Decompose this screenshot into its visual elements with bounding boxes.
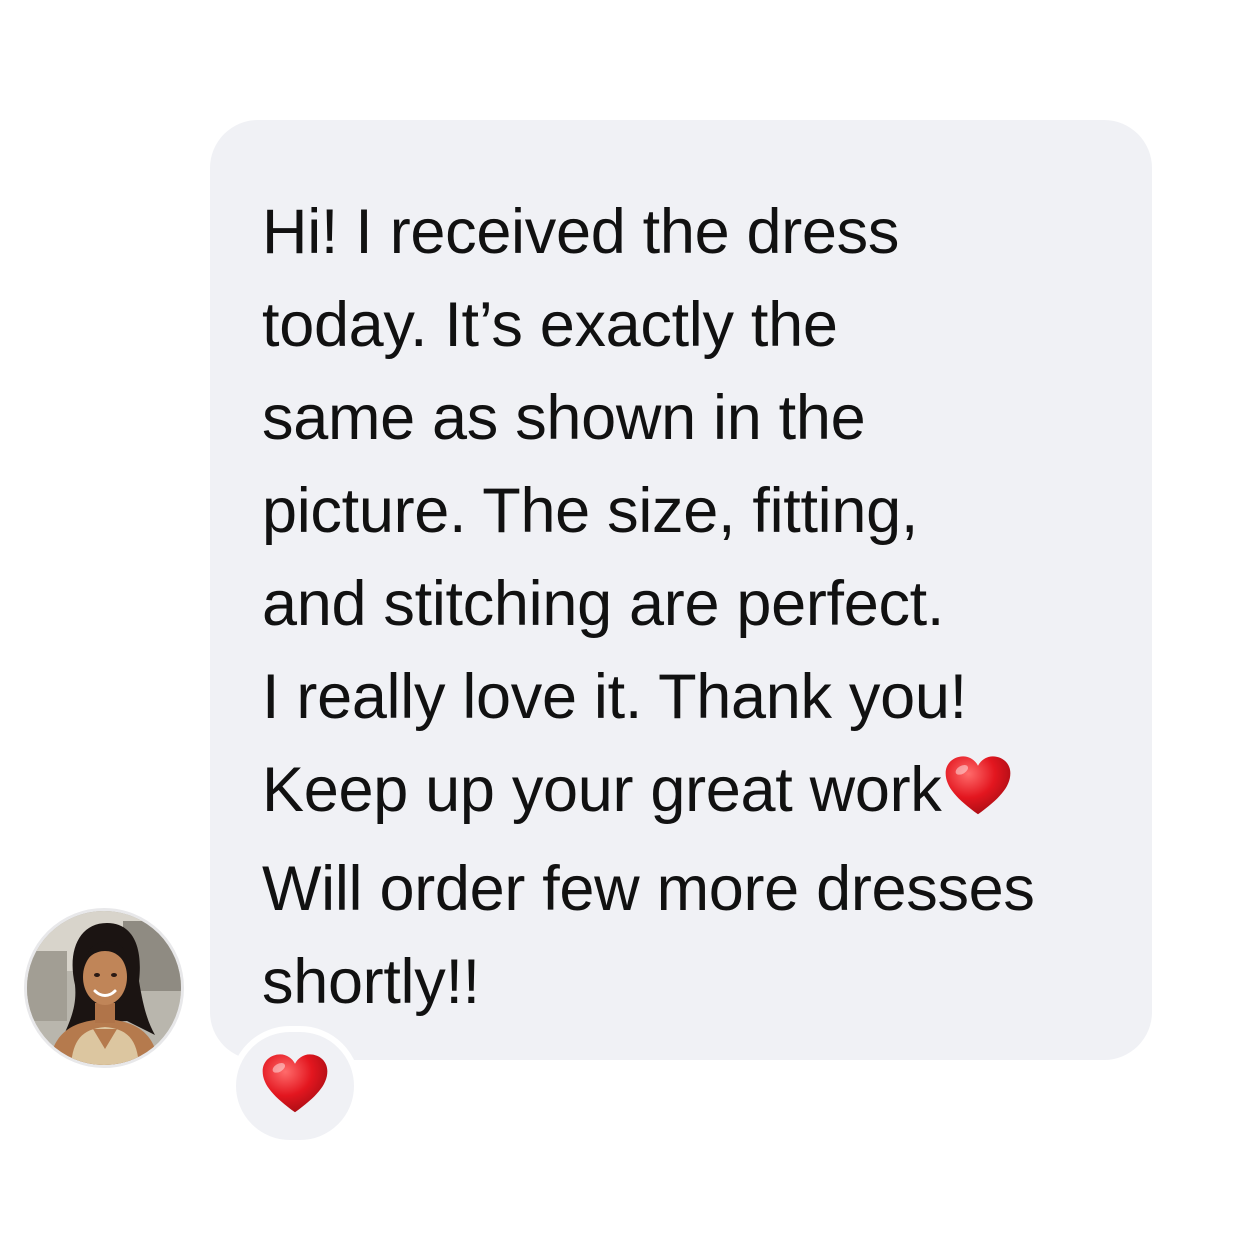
user-avatar-photo — [27, 911, 181, 1065]
message-line-2: today. It’s exactly the — [262, 290, 838, 360]
message-line-9: shortly!! — [262, 947, 480, 1017]
message-line-7-wrap: Keep up your great work — [262, 744, 1112, 843]
message-line-4: picture. The size, fitting, — [262, 476, 919, 546]
message-bubble[interactable]: Hi! I received the dress today. It’s exa… — [210, 120, 1152, 1060]
message-line-1: Hi! I received the dress — [262, 197, 900, 267]
heart-icon — [261, 1053, 329, 1120]
message-line-3: same as shown in the — [262, 383, 866, 453]
message-line-7: Keep up your great work — [262, 755, 942, 825]
message-line-6: I really love it. Thank you! — [262, 662, 967, 732]
chat-stage: Hi! I received the dress today. It’s exa… — [0, 0, 1254, 1254]
heart-icon — [944, 750, 1012, 843]
reaction-badge[interactable] — [230, 1026, 360, 1146]
message-line-5: and stitching are perfect. — [262, 569, 945, 639]
message-line-8: Will order few more dresses — [262, 854, 1035, 924]
avatar[interactable] — [24, 908, 184, 1068]
